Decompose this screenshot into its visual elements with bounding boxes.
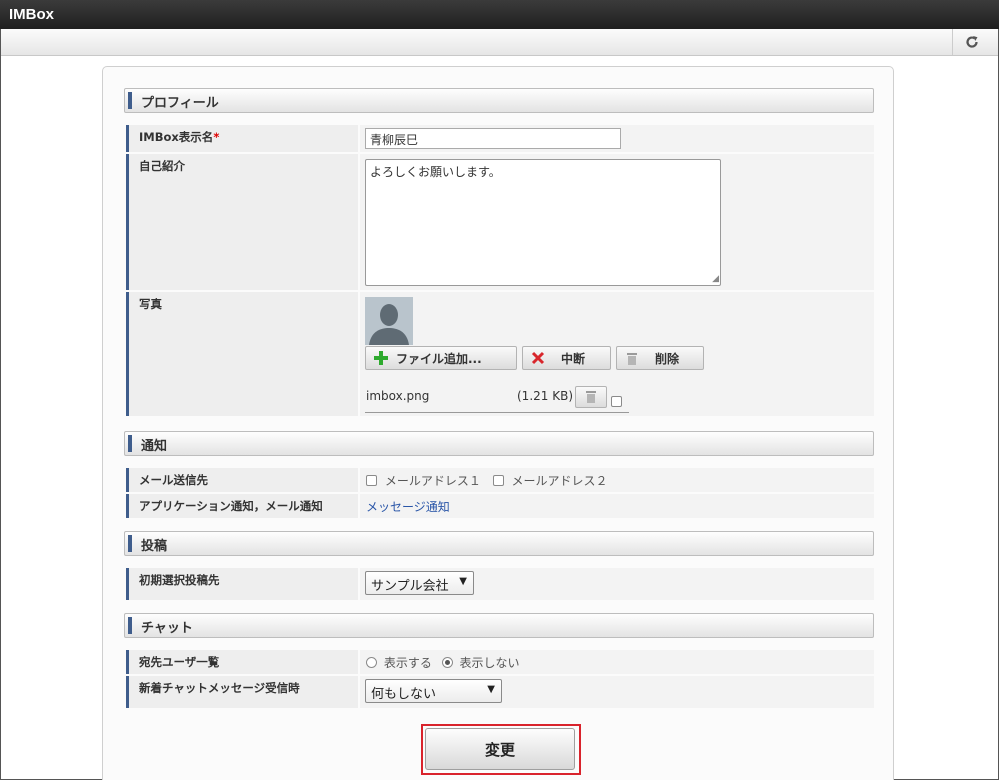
app-title: IMBox (0, 0, 999, 29)
incoming-select[interactable]: 何もしない ▼ (365, 679, 502, 703)
row-mail-to: メール送信先 メールアドレス１ メールアドレス２ (126, 468, 874, 492)
refresh-icon (965, 36, 978, 48)
section-post: 投稿 (124, 531, 874, 556)
default-target-label: 初期選択投稿先 (126, 568, 358, 600)
show-radio[interactable] (366, 657, 377, 668)
row-app-notify: アプリケーション通知，メール通知 メッセージ通知 (126, 494, 874, 518)
intro-text: よろしくお願いします。 (370, 165, 501, 179)
toolbar (1, 29, 998, 56)
section-post-title: 投稿 (141, 539, 168, 554)
section-chat: チャット (124, 613, 874, 638)
resize-handle-icon[interactable]: ◢ (712, 274, 719, 284)
abort-label: 中断 (561, 351, 586, 366)
display-name-input[interactable]: 青柳辰巳 (365, 128, 621, 149)
message-notify-link[interactable]: メッセージ通知 (366, 500, 450, 514)
display-name-label: IMBox表示名* (126, 125, 358, 152)
trash-icon (625, 351, 639, 365)
hide-radio[interactable] (441, 657, 453, 668)
photo-label: 写真 (126, 292, 358, 416)
section-notify-title: 通知 (141, 439, 168, 454)
add-file-label: ファイル追加... (396, 351, 482, 366)
add-file-button[interactable]: ファイル追加... (365, 346, 517, 370)
hide-label: 表示しない (459, 656, 520, 670)
incoming-value: 何もしない (371, 687, 437, 702)
incoming-label: 新着チャットメッセージ受信時 (126, 676, 358, 708)
plus-icon (374, 351, 388, 365)
trash-icon (586, 391, 596, 403)
mail1-checkbox[interactable] (366, 475, 377, 486)
app-notify-label: アプリケーション通知，メール通知 (126, 494, 358, 518)
section-profile-title: プロフィール (141, 96, 219, 111)
default-target-value: サンプル会社 (371, 579, 449, 594)
mail1-label: メールアドレス１ (384, 474, 481, 488)
mail2-checkbox[interactable] (492, 475, 504, 486)
section-chat-title: チャット (141, 621, 193, 636)
file-size: (1.21 KB) (517, 389, 573, 403)
row-default-target: 初期選択投稿先 サンプル会社 ▼ (126, 568, 874, 600)
content-area: プロフィール IMBox表示名* 青柳辰巳 自己紹介 よろしくお願いします。 ◢… (1, 57, 998, 780)
row-photo: 写真 ファイル追加... 中断 削除 imbox.png (1.21 KB) (126, 292, 874, 416)
file-delete-button[interactable] (575, 386, 607, 408)
row-display-name: IMBox表示名* 青柳辰巳 (126, 125, 874, 152)
cross-icon (531, 351, 545, 365)
user-silhouette-icon (365, 297, 413, 345)
file-select-checkbox[interactable] (611, 396, 622, 407)
delete-button[interactable]: 削除 (616, 346, 704, 370)
file-name: imbox.png (366, 389, 430, 403)
section-notify: 通知 (124, 431, 874, 456)
intro-textarea[interactable]: よろしくお願いします。 ◢ (365, 159, 721, 286)
required-mark: * (213, 130, 220, 144)
abort-button[interactable]: 中断 (522, 346, 611, 370)
mail-to-label: メール送信先 (126, 468, 358, 492)
submit-button[interactable]: 変更 (425, 728, 575, 770)
row-recipients: 宛先ユーザ一覧 表示する 表示しない (126, 650, 874, 674)
row-incoming: 新着チャットメッセージ受信時 何もしない ▼ (126, 676, 874, 708)
row-intro: 自己紹介 よろしくお願いします。 ◢ (126, 154, 874, 290)
intro-label: 自己紹介 (126, 154, 358, 290)
settings-panel: プロフィール IMBox表示名* 青柳辰巳 自己紹介 よろしくお願いします。 ◢… (102, 66, 894, 780)
section-profile: プロフィール (124, 88, 874, 113)
upload-progress-line (365, 412, 629, 413)
default-target-select[interactable]: サンプル会社 ▼ (365, 571, 474, 595)
mail2-label: メールアドレス２ (511, 474, 608, 488)
show-label: 表示する (383, 656, 432, 670)
avatar (365, 297, 413, 345)
recipients-label: 宛先ユーザ一覧 (126, 650, 358, 674)
dropdown-arrow-icon: ▼ (459, 576, 467, 587)
refresh-button[interactable] (952, 29, 990, 55)
dropdown-arrow-icon: ▼ (487, 684, 495, 695)
delete-label: 削除 (655, 351, 680, 366)
